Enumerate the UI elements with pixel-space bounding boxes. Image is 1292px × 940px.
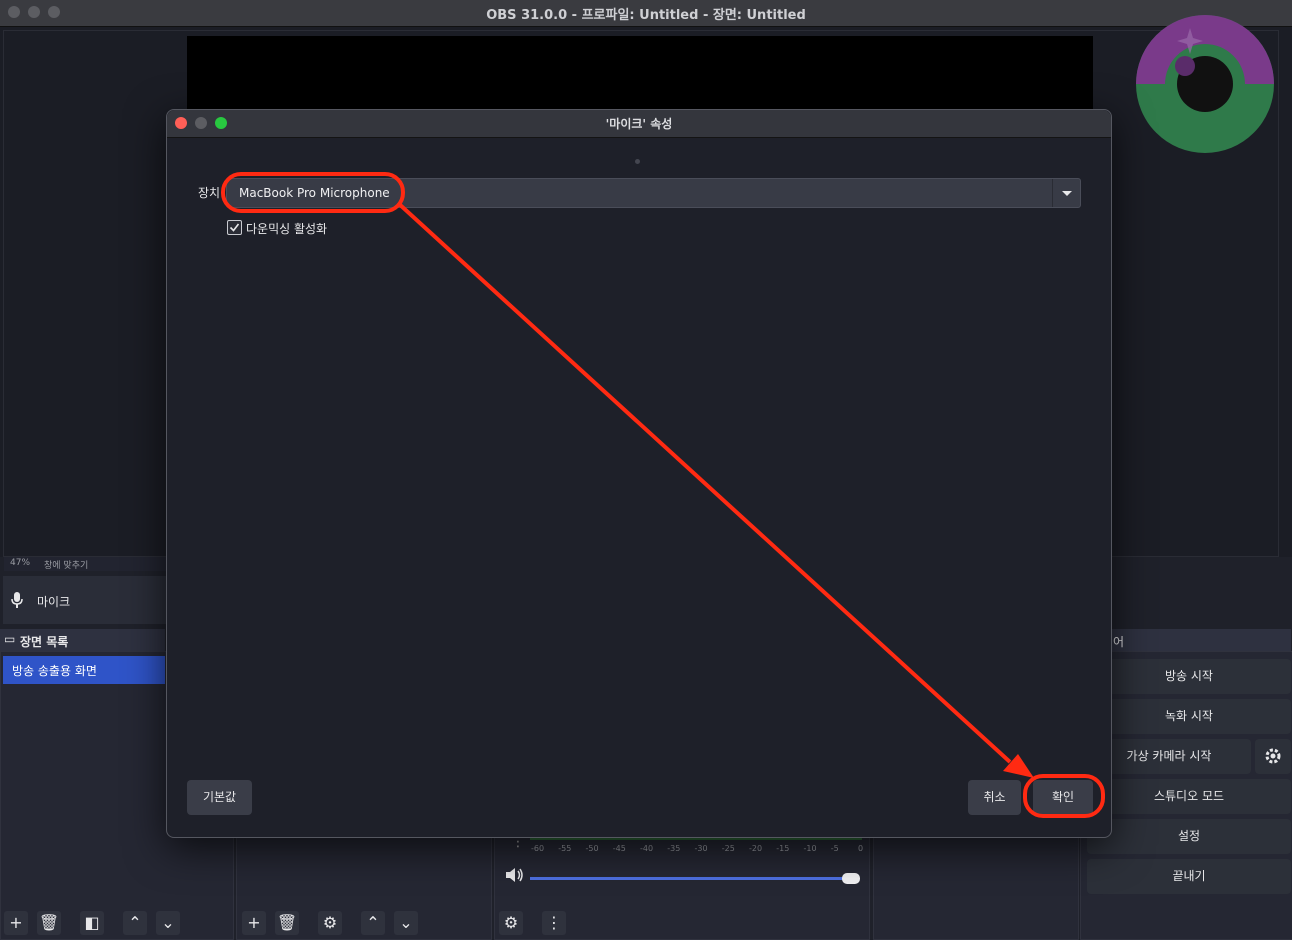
volume-scale-label: -25 (721, 844, 735, 853)
chevron-up-icon: ⌃ (128, 913, 142, 932)
volume-scale-label: -45 (612, 844, 626, 853)
speaker-icon[interactable] (504, 866, 526, 884)
chevron-up-icon: ⌃ (366, 913, 380, 932)
volume-scale-label: -60 (531, 844, 545, 853)
start-recording-button[interactable]: 녹화 시작 (1087, 699, 1291, 734)
scenes-header-label: 장면 목록 (20, 635, 69, 649)
ok-button[interactable]: 확인 (1033, 780, 1093, 815)
controls-header-label: 어 (1113, 635, 1125, 649)
remove-source-button[interactable]: 🗑 (275, 911, 299, 935)
virtual-camera-settings-button[interactable] (1255, 739, 1291, 774)
volume-scale-label: -55 (558, 844, 572, 853)
downmix-label: 다운믹싱 활성화 (246, 222, 328, 236)
preview-zoom-bar: 47% 창에 맞추기 (4, 557, 169, 571)
volume-scale-label: -10 (803, 844, 817, 853)
gear-icon (1265, 748, 1281, 764)
filter-icon: ◧ (84, 913, 100, 932)
remove-scene-button[interactable]: 🗑 (37, 911, 61, 935)
move-scene-up-button[interactable]: ⌃ (123, 911, 147, 935)
volume-scale-label: -15 (776, 844, 790, 853)
properties-dialog: '마이크' 속성 장치 MacBook Pro Microphone 다운믹싱 … (166, 109, 1112, 838)
add-scene-button[interactable]: + (4, 911, 28, 935)
trash-icon: 🗑 (276, 913, 298, 932)
microphone-icon (11, 592, 23, 608)
start-streaming-button[interactable]: 방송 시작 (1087, 659, 1291, 694)
volume-scale-label: -5 (830, 844, 839, 853)
obs-logo-icon (1136, 15, 1274, 153)
cancel-button[interactable]: 취소 (968, 780, 1021, 815)
volume-slider-knob[interactable] (842, 873, 860, 884)
transitions-dock (873, 836, 1079, 940)
dialog-title: '마이크' 속성 (605, 117, 673, 131)
trash-icon: 🗑 (38, 913, 60, 932)
scenes-dock-icon: ▭ (4, 632, 16, 646)
scene-filters-button[interactable]: ◧ (80, 911, 104, 935)
splitter-handle[interactable] (635, 159, 640, 164)
studio-mode-button[interactable]: 스튜디오 모드 (1087, 779, 1291, 814)
move-source-down-button[interactable]: ⌄ (394, 911, 418, 935)
volume-scale-label: -20 (749, 844, 763, 853)
scene-item-label: 방송 송출용 화면 (12, 664, 97, 678)
source-properties-button[interactable]: ⚙ (318, 911, 342, 935)
downmix-checkbox[interactable] (227, 220, 242, 235)
fit-to-window-label[interactable]: 창에 맞추기 (44, 558, 88, 571)
more-vertical-icon: ⋮ (546, 913, 562, 932)
volume-scale-label: -35 (667, 844, 681, 853)
volume-scale-label: 0 (858, 844, 864, 853)
add-source-button[interactable]: + (242, 911, 266, 935)
gear-icon: ⚙ (322, 913, 338, 932)
volume-scale-label: -40 (640, 844, 654, 853)
device-select-value: MacBook Pro Microphone (239, 186, 390, 200)
window-title: OBS 31.0.0 - 프로파일: Untitled - 장면: Untitl… (486, 8, 806, 23)
scenes-header: ▭ 장면 목록 (0, 629, 165, 651)
move-scene-down-button[interactable]: ⌄ (156, 911, 180, 935)
device-label: 장치 (198, 186, 221, 200)
device-select-dropdown[interactable] (1052, 179, 1080, 207)
zoom-level: 47% (10, 558, 31, 568)
defaults-button[interactable]: 기본값 (187, 780, 252, 815)
mixer-menu-icon[interactable]: ⋮ (511, 835, 525, 849)
main-titlebar: OBS 31.0.0 - 프로파일: Untitled - 장면: Untitl… (0, 0, 1292, 27)
dialog-titlebar: '마이크' 속성 (167, 110, 1111, 138)
mixer-options-button[interactable]: ⋮ (542, 911, 566, 935)
advanced-audio-button[interactable]: ⚙ (499, 911, 523, 935)
volume-scale-label: -30 (694, 844, 708, 853)
gears-icon: ⚙ (503, 913, 519, 932)
exit-button[interactable]: 끝내기 (1087, 859, 1291, 894)
checkmark-icon (229, 223, 240, 232)
chevron-down-icon: ⌄ (161, 913, 175, 932)
volume-scale-label: -50 (585, 844, 599, 853)
chevron-down-icon (1062, 191, 1072, 196)
volume-slider-track[interactable] (530, 877, 850, 880)
chevron-down-icon: ⌄ (399, 913, 413, 932)
device-select[interactable]: MacBook Pro Microphone (226, 178, 1081, 208)
preview-canvas[interactable] (187, 36, 1093, 110)
controls-header: 어 (1110, 629, 1291, 651)
audio-source-name: 마이크 (37, 595, 71, 609)
settings-button[interactable]: 설정 (1087, 819, 1291, 854)
audio-source-strip[interactable] (3, 576, 168, 624)
scene-item[interactable]: 방송 송출용 화면 (3, 656, 165, 684)
move-source-up-button[interactable]: ⌃ (361, 911, 385, 935)
